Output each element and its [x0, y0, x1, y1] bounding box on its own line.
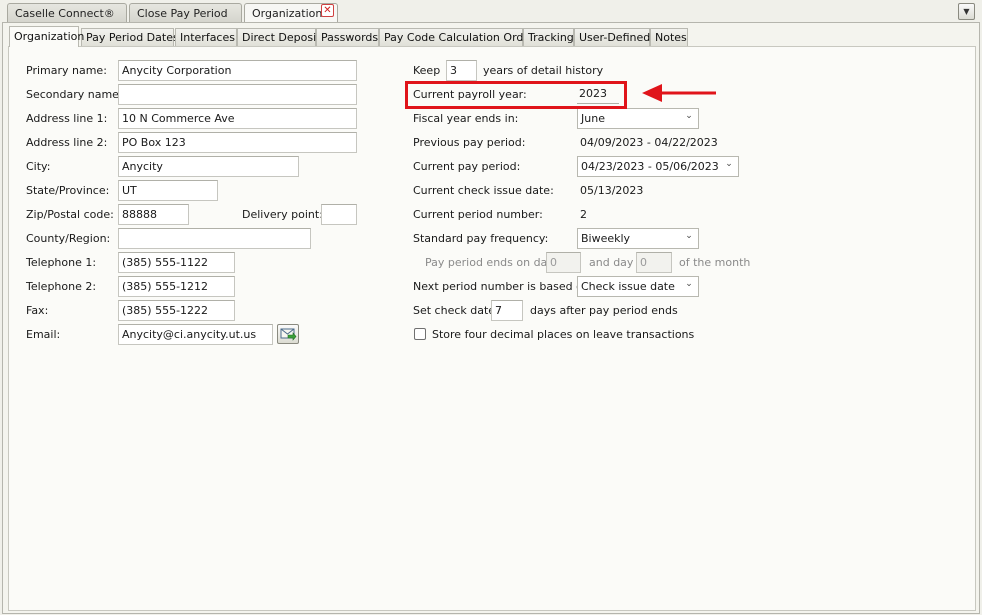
tab-label: Direct Deposit [242, 31, 321, 44]
close-tab-icon[interactable]: ✕ [321, 4, 334, 17]
tab-label: Organization [14, 30, 85, 43]
state-field[interactable]: UT [118, 180, 218, 201]
tab-label: Interfaces [180, 31, 235, 44]
tab-label: Notes [655, 31, 687, 44]
next-period-value: Check issue date [581, 280, 675, 293]
zip-label: Zip/Postal code: [26, 208, 114, 221]
keep-years-field[interactable]: 3 [446, 60, 477, 81]
telephone-1-label: Telephone 1: [26, 256, 97, 269]
address-line-1-label: Address line 1: [26, 112, 108, 125]
chevron-down-icon: ⌄ [685, 231, 693, 241]
chevron-down-icon: ⌄ [685, 279, 693, 289]
and-day-field[interactable]: 0 [636, 252, 672, 273]
set-check-days-field[interactable]: 7 [491, 300, 523, 321]
tab-passwords[interactable]: Passwords [316, 28, 379, 46]
doc-tab-label: Organization [252, 7, 323, 20]
store-decimals-checkbox[interactable] [414, 328, 426, 340]
send-email-button[interactable] [277, 324, 299, 344]
current-pay-period-select[interactable]: 04/23/2023 - 05/06/2023 ⌄ [577, 156, 739, 177]
email-label: Email: [26, 328, 61, 341]
telephone-2-label: Telephone 2: [26, 280, 97, 293]
tab-pay-period-dates[interactable]: Pay Period Dates [81, 28, 179, 46]
tab-direct-deposit[interactable]: Direct Deposit [237, 28, 320, 46]
doc-tab-label: Close Pay Period [137, 7, 228, 20]
tab-label: User-Defined [579, 31, 651, 44]
previous-pay-period-value: 04/09/2023 - 04/22/2023 [580, 136, 718, 149]
tab-label: Pay Code Calculation Order [384, 31, 535, 44]
primary-name-label: Primary name: [26, 64, 107, 77]
tab-pay-code-calculation-order[interactable]: Pay Code Calculation Order [379, 28, 535, 46]
and-day-label: and day [589, 256, 634, 269]
period-number-value: 2 [580, 208, 587, 221]
tab-user-defined[interactable]: User-Defined [574, 28, 650, 46]
current-pay-period-label: Current pay period: [413, 160, 521, 173]
email-field[interactable]: Anycity@ci.anycity.ut.us [118, 324, 273, 345]
doc-tab-close-pay-period[interactable]: Close Pay Period [129, 3, 242, 23]
tab-label: Pay Period Dates [86, 31, 179, 44]
store-decimals-label[interactable]: Store four decimal places on leave trans… [432, 328, 694, 341]
pay-frequency-select[interactable]: Biweekly ⌄ [577, 228, 699, 249]
of-month-label: of the month [679, 256, 751, 269]
secondary-name-label: Secondary name: [26, 88, 123, 101]
delivery-point-field[interactable] [321, 204, 357, 225]
telephone-2-field[interactable]: (385) 555-1212 [118, 276, 235, 297]
address-line-2-label: Address line 2: [26, 136, 108, 149]
state-label: State/Province: [26, 184, 110, 197]
address-line-2-field[interactable]: PO Box 123 [118, 132, 357, 153]
check-issue-date-value: 05/13/2023 [580, 184, 644, 197]
tab-tracking[interactable]: Tracking [523, 28, 574, 46]
next-period-select[interactable]: Check issue date ⌄ [577, 276, 699, 297]
previous-pay-period-label: Previous pay period: [413, 136, 526, 149]
check-issue-date-label: Current check issue date: [413, 184, 554, 197]
pay-frequency-label: Standard pay frequency: [413, 232, 549, 245]
telephone-1-field[interactable]: (385) 555-1122 [118, 252, 235, 273]
tab-label: Tracking [528, 31, 574, 44]
tab-organization[interactable]: Organization [9, 26, 84, 47]
set-check-suffix-label: days after pay period ends [530, 304, 678, 317]
set-check-date-label: Set check date [413, 304, 496, 317]
period-number-label: Current period number: [413, 208, 543, 221]
delivery-point-label: Delivery point: [242, 208, 323, 221]
red-arrow-icon [642, 84, 716, 102]
zip-field[interactable]: 88888 [118, 204, 189, 225]
fax-field[interactable]: (385) 555-1222 [118, 300, 235, 321]
pay-frequency-value: Biweekly [581, 232, 631, 245]
ends-on-day-field[interactable]: 0 [546, 252, 581, 273]
fiscal-year-value: June [581, 112, 605, 125]
tab-menu-dropdown-icon[interactable]: ▼ [958, 3, 975, 20]
tab-interfaces[interactable]: Interfaces [175, 28, 237, 46]
highlight-box [405, 81, 627, 109]
chevron-down-icon: ⌄ [685, 111, 693, 121]
tab-label: Passwords [321, 31, 379, 44]
next-period-label: Next period number is based on: [413, 280, 594, 293]
address-line-1-field[interactable]: 10 N Commerce Ave [118, 108, 357, 129]
doc-tab-caselle-connect[interactable]: Caselle Connect® [7, 3, 127, 23]
ends-on-day-label: Pay period ends on day [425, 256, 554, 269]
secondary-name-field[interactable] [118, 84, 357, 105]
keep-suffix-label: years of detail history [483, 64, 604, 77]
county-label: County/Region: [26, 232, 111, 245]
fax-label: Fax: [26, 304, 49, 317]
fiscal-year-select[interactable]: June ⌄ [577, 108, 699, 129]
fiscal-year-label: Fiscal year ends in: [413, 112, 519, 125]
primary-name-field[interactable]: Anycity Corporation [118, 60, 357, 81]
keep-label: Keep [413, 64, 441, 77]
county-field[interactable] [118, 228, 311, 249]
doc-tab-label: Caselle Connect® [15, 7, 115, 20]
envelope-arrow-icon [280, 328, 297, 341]
city-label: City: [26, 160, 51, 173]
chevron-down-icon: ⌄ [725, 159, 733, 169]
tab-notes[interactable]: Notes [650, 28, 688, 46]
current-pay-period-value: 04/23/2023 - 05/06/2023 [581, 160, 719, 173]
city-field[interactable]: Anycity [118, 156, 299, 177]
